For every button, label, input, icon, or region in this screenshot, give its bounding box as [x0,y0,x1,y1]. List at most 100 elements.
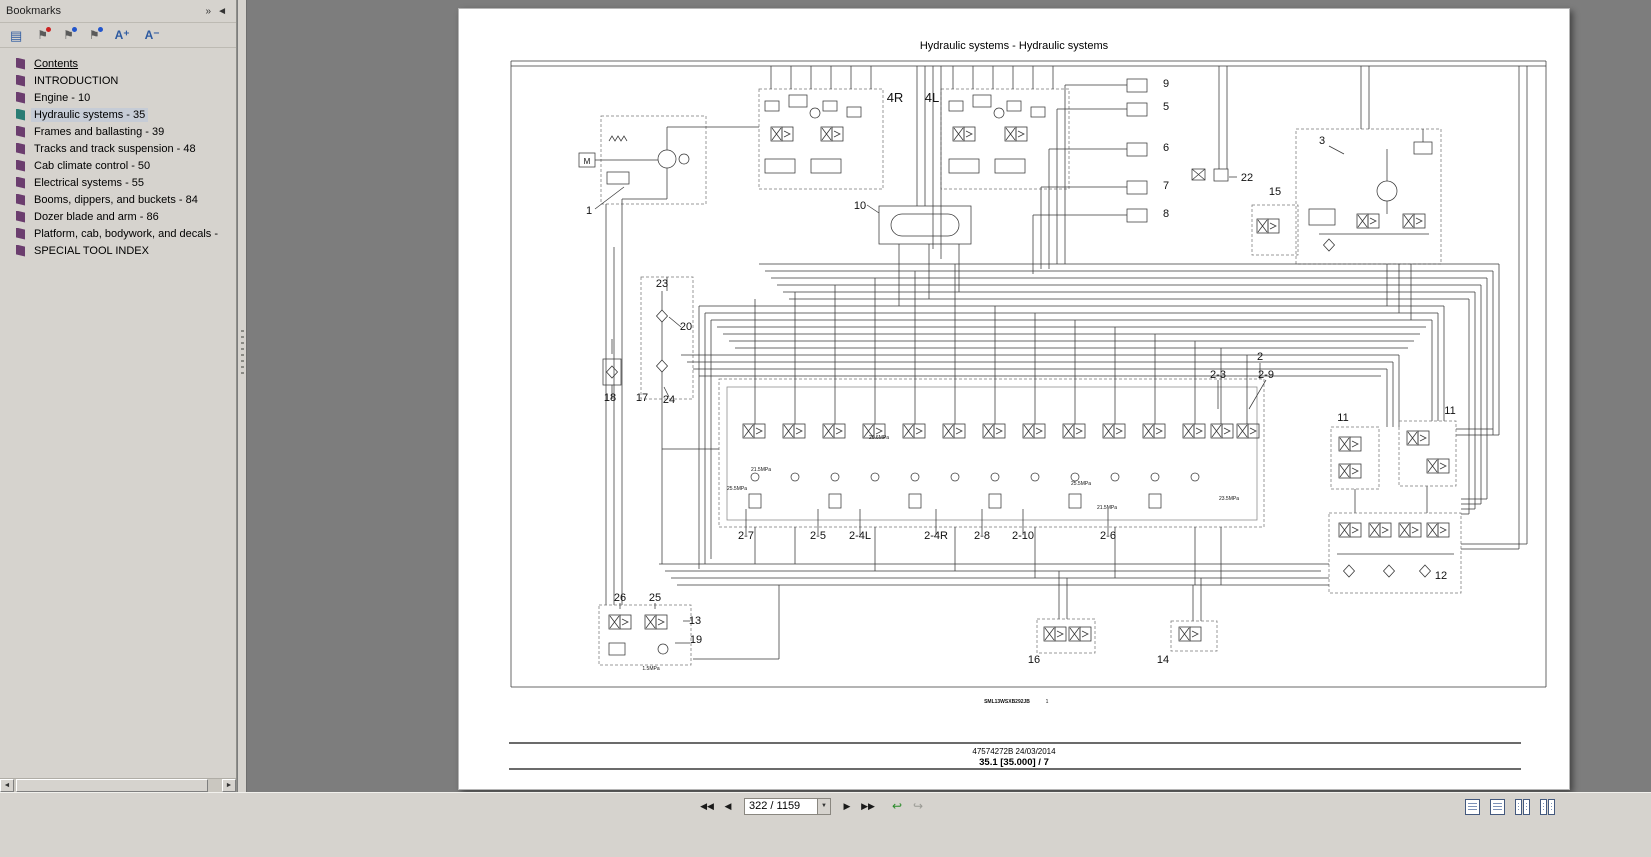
diagram-text: 11 [1444,405,1455,417]
page-footer: 47574272B 24/03/2014 35.1 [35.000] / 7 [459,747,1569,768]
collapse-panel-icon[interactable]: ◄ [214,6,230,17]
next-page-icon[interactable]: ▶ [838,797,856,815]
diagram-text: 21.5MPa [1097,505,1117,511]
bookmark-item[interactable]: Frames and ballasting - 39 [4,123,236,140]
document-viewer[interactable]: Hydraulic systems - Hydraulic systems [248,0,1651,792]
increase-text-size-icon[interactable]: A⁺ [115,29,130,41]
diagram-text: 23.5MPa [1219,496,1239,502]
page-glyph [1548,799,1555,815]
view-mode-controls [1465,799,1555,815]
page-number-box: ▼ [744,798,831,815]
page-number-input[interactable] [745,799,817,814]
bookmark-list: ContentsINTRODUCTION Engine - 10 Hydraulic… [0,48,236,259]
bookmark-item[interactable]: Tracks and track suspension - 48 [4,140,236,157]
bookmark-icon [16,58,25,70]
pdf-viewer-window: Bookmarks » ◄ ▤ ⚑ ⚑ ⚑ A⁺ A⁻ ContentsINTR… [0,0,1651,857]
diagram-text: 18 [604,392,616,404]
bookmark-item[interactable]: Booms, dippers, and buckets - 84 [4,191,236,208]
bookmark-label: Dozer blade and arm - 86 [31,210,162,224]
diagram-text: 13 [689,615,701,627]
splitter-grip [241,330,244,378]
scroll-left-icon[interactable]: ◄ [0,779,14,792]
bookmark-item[interactable]: Dozer blade and arm - 86 [4,208,236,225]
diagram-text: 20 [680,321,692,333]
page-navigation: ◀◀ ◀ ▼ ▶ ▶▶ ↩ ↪ [698,797,927,815]
bookmark-item[interactable]: Engine - 10 [4,89,236,106]
page-glyph [1490,799,1505,815]
bookmark-item[interactable]: SPECIAL TOOL INDEX [4,242,236,259]
diagram-text: 2-4R [924,530,948,542]
scroll-right-icon[interactable]: ► [222,779,236,792]
bookmark-item[interactable]: Contents [4,55,236,72]
diagram-text: 20.6MPa [869,435,889,441]
diagram-text: 1 [1046,699,1049,705]
diagram-text: 1 [586,205,592,217]
diagram-text: 2-8 [974,530,990,542]
dock-panel-icon[interactable]: » [203,6,215,17]
previous-view-icon[interactable]: ↩ [888,797,906,815]
diagram-text: 2 [1257,351,1263,363]
panel-splitter[interactable] [238,0,247,792]
diagram-text: 2-10 [1012,530,1034,542]
diagram-text: 12 [1435,570,1447,582]
page-dropdown-icon[interactable]: ▼ [817,799,830,814]
bookmark-item[interactable]: Platform, cab, bodywork, and decals - [4,225,236,242]
single-page-view-icon[interactable] [1465,799,1480,815]
diagram-text: 25.5MPa [1071,481,1091,487]
bookmark-item[interactable]: Cab climate control - 50 [4,157,236,174]
blue-badge-icon [98,27,103,32]
edit-bookmark-icon[interactable]: ⚑ [63,29,74,41]
two-page-view-icon[interactable] [1515,799,1530,815]
bookmark-item[interactable]: Electrical systems - 55 [4,174,236,191]
bookmark-label: Booms, dippers, and buckets - 84 [31,193,201,207]
previous-page-icon[interactable]: ◀ [719,797,737,815]
bookmark-icon [16,160,25,172]
diagram-text: 11 [1337,412,1348,424]
continuous-view-icon[interactable] [1490,799,1505,815]
diagram-text: 17 [636,392,648,404]
footer-doc-number: 47574272B 24/03/2014 [459,747,1569,756]
bookmark-label: Tracks and track suspension - 48 [31,142,199,156]
bookmark-icon [16,143,25,155]
diagram-text: 21.5MPa [751,467,771,473]
panel-menu-icon[interactable]: ▤ [10,29,22,42]
diagram-text: 23 [656,278,668,290]
diagram-text: 8 [1163,208,1169,220]
bookmark-item[interactable]: INTRODUCTION [4,72,236,89]
bookmark-icon [16,109,25,121]
bookmark-label: Electrical systems - 55 [31,176,147,190]
bookmarks-horizontal-scrollbar[interactable]: ◄ ► [0,778,236,792]
bookmark-icon [16,92,25,104]
diagram-text: 7 [1163,180,1169,192]
two-page-continuous-view-icon[interactable] [1540,799,1555,815]
diagram-text: 22 [1241,172,1253,184]
bookmark-icon [16,177,25,189]
scrollbar-thumb[interactable] [16,779,208,792]
bottom-toolbar: ◀◀ ◀ ▼ ▶ ▶▶ ↩ ↪ [0,792,1651,857]
bookmark-label: Engine - 10 [31,91,93,105]
diagram-text: 9 [1163,78,1169,90]
new-bookmark-icon[interactable]: ⚑ [37,29,48,41]
diagram-text: 14 [1157,654,1169,666]
diagram-text: 4R [887,90,904,105]
last-page-icon[interactable]: ▶▶ [859,797,877,815]
diagram-text: 6 [1163,142,1169,154]
bookmark-label: Frames and ballasting - 39 [31,125,167,139]
scrollbar-track[interactable] [14,779,222,792]
first-page-icon[interactable]: ◀◀ [698,797,716,815]
diagram-text: 2-6 [1100,530,1116,542]
bookmark-icon [16,194,25,206]
decrease-text-size-icon[interactable]: A⁻ [145,29,160,41]
locate-bookmark-icon[interactable]: ⚑ [89,29,100,41]
bookmark-icon [16,245,25,257]
red-badge-icon [46,27,51,32]
hydraulic-schematic: 14R4L956783221510232018172422-32-911112-… [459,9,1571,791]
bookmarks-panel-title: Bookmarks [6,5,61,17]
diagram-text: 2-5 [810,530,826,542]
bookmark-label: Hydraulic systems - 35 [31,108,148,122]
diagram-text: 4L [925,90,939,105]
next-view-icon[interactable]: ↪ [909,797,927,815]
diagram-text: 1.5MPa [642,666,659,672]
bookmark-item[interactable]: Hydraulic systems - 35 [4,106,236,123]
diagram-text: 10 [854,200,866,212]
